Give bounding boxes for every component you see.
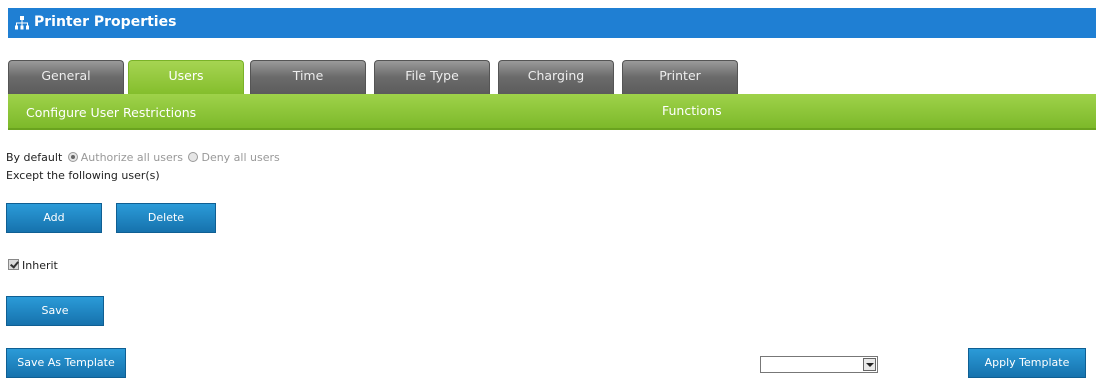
add-button[interactable]: Add	[6, 203, 102, 233]
by-default-label: By default	[6, 151, 63, 164]
tab-file-type[interactable]: File Type	[374, 60, 490, 96]
page-title: Printer Properties	[34, 14, 177, 30]
functions-label: Functions	[662, 103, 722, 118]
template-select[interactable]	[760, 356, 878, 373]
tab-charging[interactable]: Charging	[498, 60, 614, 96]
deny-all-radio[interactable]	[188, 152, 199, 162]
save-button[interactable]: Save	[6, 296, 104, 326]
save-as-template-button[interactable]: Save As Template	[6, 348, 126, 378]
apply-template-button[interactable]: Apply Template	[968, 348, 1086, 378]
authorize-all-label[interactable]: Authorize all users	[81, 151, 183, 164]
except-users-label: Except the following user(s)	[6, 169, 160, 182]
tab-time[interactable]: Time	[250, 60, 366, 96]
delete-button[interactable]: Delete	[116, 203, 216, 233]
tab-users[interactable]: Users	[128, 60, 244, 96]
section-header: Configure User Restrictions Functions	[8, 94, 1096, 130]
header-bar: Printer Properties	[8, 8, 1096, 38]
deny-all-label[interactable]: Deny all users	[201, 151, 279, 164]
chevron-down-icon[interactable]	[863, 358, 876, 371]
default-restriction-row: By default Authorize all users Deny all …	[6, 151, 280, 164]
tab-printer[interactable]: Printer	[622, 60, 738, 96]
tab-general[interactable]: General	[8, 60, 124, 96]
authorize-all-radio[interactable]	[67, 152, 78, 162]
network-icon	[15, 16, 29, 30]
inherit-label[interactable]: Inherit	[22, 259, 58, 272]
section-title: Configure User Restrictions	[26, 105, 197, 120]
inherit-checkbox[interactable]	[8, 259, 19, 270]
